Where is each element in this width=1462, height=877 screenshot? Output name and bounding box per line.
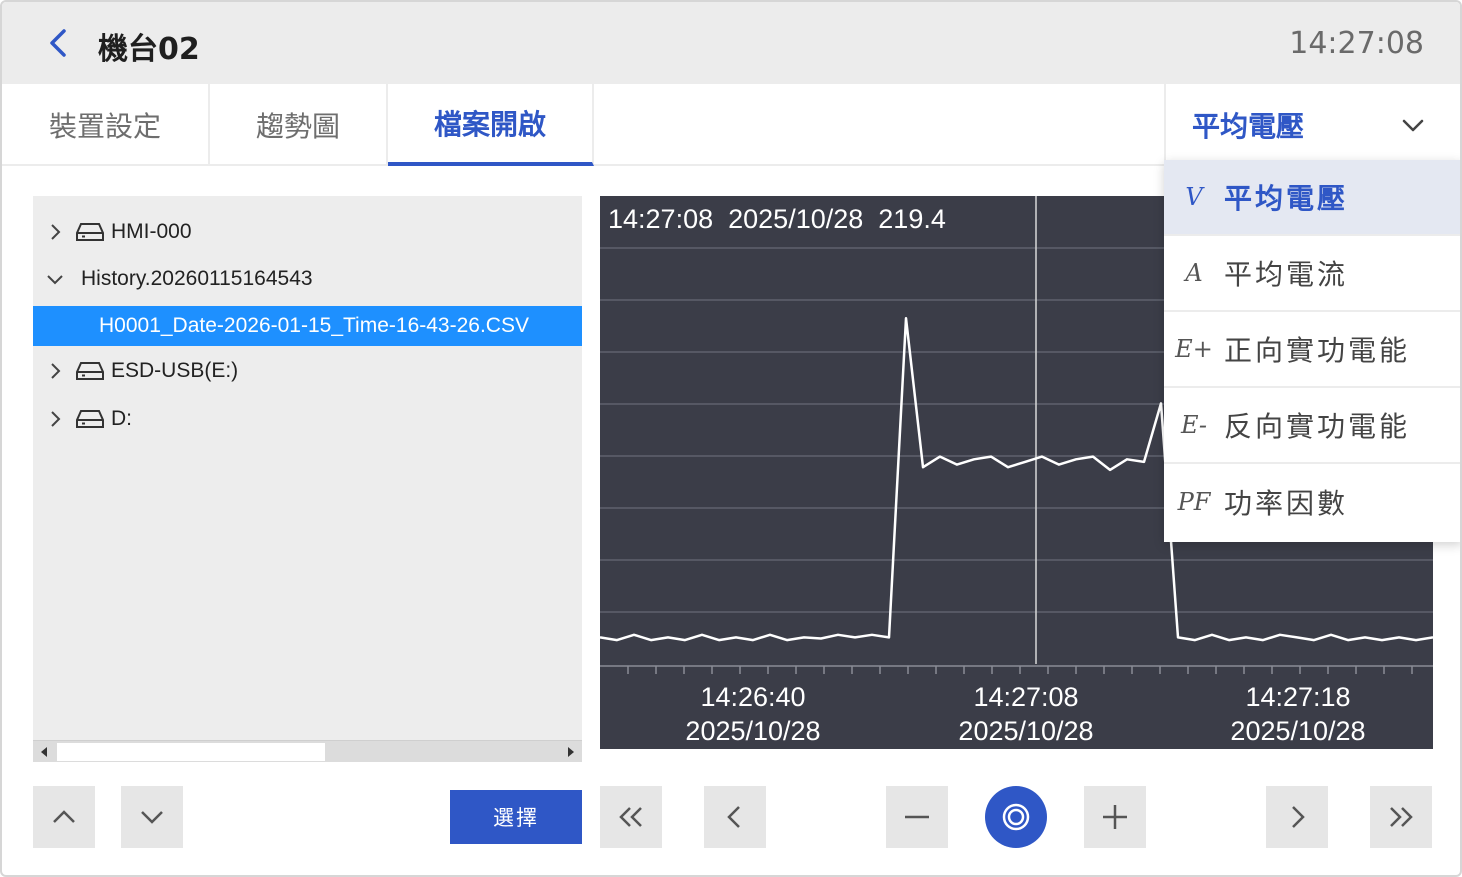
tab-open-file[interactable]: 檔案開啟 — [388, 84, 594, 166]
parameter-select[interactable]: 平均電壓 — [1164, 84, 1460, 166]
chevron-up-icon — [53, 810, 75, 823]
dropdown-option-label: 功率因數 — [1224, 487, 1349, 520]
dropdown-option-reverse-energy[interactable]: E- 反向實功電能 — [1164, 388, 1460, 464]
tree-item-d-drive[interactable]: D: — [33, 399, 582, 439]
tab-trend-chart[interactable]: 趨勢圖 — [210, 84, 388, 166]
dropdown-option-power-factor[interactable]: PF 功率因數 — [1164, 464, 1460, 540]
scroll-up-button[interactable] — [33, 786, 95, 848]
dropdown-option-label: 正向實功電能 — [1224, 334, 1411, 367]
reverse-energy-symbol-icon: E- — [1180, 411, 1208, 439]
readout-value: 219.4 — [878, 204, 946, 234]
chevron-right-icon[interactable] — [43, 407, 67, 431]
dropdown-option-label: 反向實功電能 — [1224, 410, 1411, 443]
tree-item-hmi-000[interactable]: HMI-000 — [33, 212, 582, 252]
horizontal-scrollbar[interactable] — [33, 740, 582, 762]
power-factor-symbol-icon: PF — [1177, 488, 1211, 516]
machine-title: 機台02 — [98, 32, 200, 67]
top-bar: 機台02 14:27:08 — [2, 2, 1460, 84]
double-chevron-right-icon — [1390, 807, 1413, 827]
tree-item-label: ESD-USB(E:) — [111, 359, 239, 382]
chevron-down-icon — [1402, 119, 1424, 132]
chart-readout: 14:27:08 2025/10/28 219.4 — [608, 204, 946, 235]
current-symbol-icon: A — [1185, 259, 1203, 287]
zoom-in-button[interactable] — [1084, 786, 1146, 848]
drive-icon — [76, 223, 104, 241]
drive-icon — [76, 410, 104, 428]
tree-item-label: H0001_Date-2026-01-15_Time-16-43-26.CSV — [99, 314, 529, 337]
dropdown-option-forward-energy[interactable]: E+ 正向實功電能 — [1164, 312, 1460, 388]
clock-display: 14:27:08 — [1289, 26, 1424, 61]
readout-time: 14:27:08 — [608, 204, 714, 234]
file-tree: HMI-000 History.20260115164543 H0001_Dat… — [33, 196, 582, 762]
readout-date: 2025/10/28 — [728, 204, 864, 234]
dropdown-option-avg-current[interactable]: A 平均電流 — [1164, 236, 1460, 312]
scroll-down-button[interactable] — [121, 786, 183, 848]
chevron-right-icon[interactable] — [43, 359, 67, 383]
back-arrow-icon[interactable] — [42, 26, 76, 60]
plus-icon — [1103, 805, 1127, 829]
select-button[interactable]: 選擇 — [450, 790, 582, 844]
scroll-thumb[interactable] — [57, 743, 325, 761]
chevron-down-icon[interactable] — [43, 267, 67, 291]
drive-icon — [76, 362, 104, 380]
dropdown-option-avg-voltage[interactable]: V 平均電壓 — [1164, 160, 1460, 236]
scroll-left-arrow-icon[interactable] — [33, 741, 55, 763]
zoom-out-button[interactable] — [886, 786, 948, 848]
jump-end-button[interactable] — [1370, 786, 1432, 848]
parameter-dropdown-menu: V 平均電壓 A 平均電流 E+ 正向實功電能 E- 反向實功電能 PF 功率因… — [1164, 160, 1460, 542]
parameter-select-value: 平均電壓 — [1192, 110, 1305, 143]
chevron-right-icon[interactable] — [43, 220, 67, 244]
chevron-down-icon — [141, 811, 163, 824]
x-tick-label: 14:27:08 2025/10/28 — [926, 680, 1126, 748]
x-tick-time: 14:26:40 — [700, 682, 806, 712]
reset-view-button[interactable] — [985, 786, 1047, 848]
forward-energy-symbol-icon: E+ — [1175, 335, 1213, 363]
tree-item-label: History.20260115164543 — [81, 267, 313, 290]
x-tick-time: 14:27:08 — [973, 682, 1079, 712]
step-forward-button[interactable] — [1266, 786, 1328, 848]
tab-device-settings[interactable]: 裝置設定 — [2, 84, 210, 166]
x-tick-date: 2025/10/28 — [958, 716, 1094, 746]
chevron-right-icon — [1292, 806, 1305, 828]
voltage-symbol-icon: V — [1185, 183, 1203, 211]
jump-start-button[interactable] — [600, 786, 662, 848]
double-chevron-left-icon — [619, 807, 642, 827]
tree-item-label: D: — [111, 407, 132, 430]
x-tick-label: 14:26:40 2025/10/28 — [653, 680, 853, 748]
tree-item-esd-usb[interactable]: ESD-USB(E:) — [33, 351, 582, 391]
dropdown-option-label: 平均電流 — [1224, 258, 1349, 291]
x-tick-date: 2025/10/28 — [685, 716, 821, 746]
step-back-button[interactable] — [704, 786, 766, 848]
hmi-screen: 機台02 14:27:08 裝置設定 趨勢圖 檔案開啟 平均電壓 HMI-000… — [0, 0, 1462, 877]
x-tick-time: 14:27:18 — [1245, 682, 1351, 712]
tree-item-csv-file[interactable]: H0001_Date-2026-01-15_Time-16-43-26.CSV — [33, 306, 582, 346]
x-tick-date: 2025/10/28 — [1230, 716, 1366, 746]
tree-item-history-folder[interactable]: History.20260115164543 — [33, 259, 582, 299]
tree-item-label: HMI-000 — [111, 220, 192, 243]
minus-icon — [905, 815, 929, 819]
chevron-left-icon — [727, 806, 740, 828]
scroll-right-arrow-icon[interactable] — [560, 741, 582, 763]
x-tick-label: 14:27:18 2025/10/28 — [1198, 680, 1398, 748]
target-icon — [1002, 803, 1030, 831]
dropdown-option-label: 平均電壓 — [1224, 182, 1349, 215]
